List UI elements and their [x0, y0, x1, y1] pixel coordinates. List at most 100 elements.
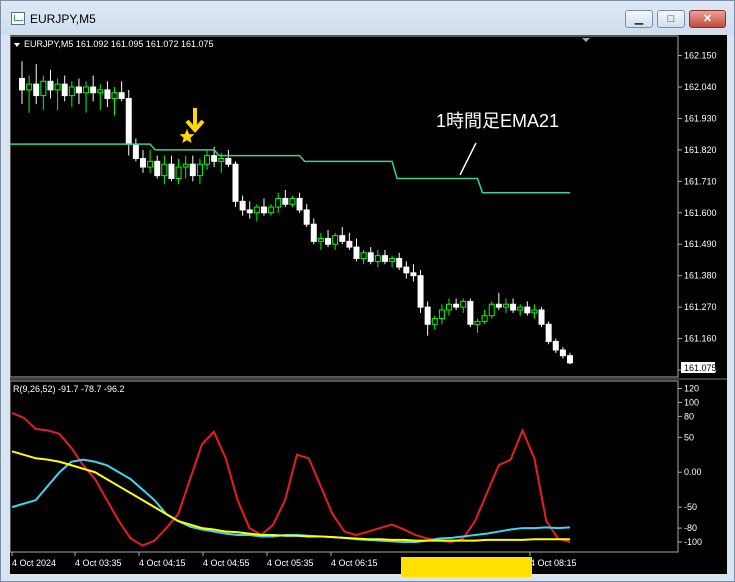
time-tick-label: 4 Oct 04:55 [203, 558, 250, 568]
ema-line [10, 143, 570, 194]
candle [403, 261, 410, 279]
candle [61, 75, 68, 102]
time-tick-label: 4 Oct 04:15 [139, 558, 186, 568]
candle [182, 155, 189, 179]
indicator-tick-label: 50 [684, 432, 694, 442]
candle [139, 149, 146, 173]
candle [531, 304, 538, 319]
candle [381, 249, 388, 265]
candle [253, 204, 260, 222]
candle [161, 155, 168, 185]
candle [360, 249, 367, 265]
candle [289, 195, 296, 208]
candle [90, 75, 97, 102]
price-tick-label: 161.380 [684, 271, 717, 281]
price-info-line: EURJPY,M5 161.092 161.095 161.072 161.07… [24, 39, 213, 49]
candlestick-series [19, 61, 573, 365]
candle [481, 309, 488, 325]
candle [175, 158, 182, 185]
indicator-line-red [11, 411, 571, 547]
candle [296, 192, 303, 213]
candle [346, 232, 353, 250]
price-tick-label: 161.160 [684, 334, 717, 344]
signal-star-icon [179, 129, 195, 143]
candle [232, 161, 239, 208]
annotation-pointer [459, 142, 477, 176]
candle [417, 269, 424, 313]
candle [204, 149, 211, 170]
candle [396, 252, 403, 270]
chart-area[interactable]: EURJPY,M5 161.092 161.095 161.072 161.07… [10, 35, 727, 574]
candle [559, 347, 566, 359]
candle [545, 321, 552, 345]
collapse-triangle-icon[interactable] [14, 43, 20, 47]
candle [260, 198, 267, 216]
ema-annotation-text: 1時間足EMA21 [436, 111, 559, 131]
time-tick-label: 4 Oct 05:35 [267, 558, 314, 568]
candle [332, 232, 339, 250]
candle [438, 304, 445, 325]
indicator-tick-label: -100 [684, 537, 702, 547]
candle [339, 227, 346, 245]
candle [33, 64, 40, 105]
chart-window: EURJPY,M5 ▁ □ ✕ EURJPY,M5 161.092 161.09… [0, 0, 735, 582]
candle [111, 87, 118, 116]
candle [453, 298, 460, 310]
candle [353, 238, 360, 262]
title-bar[interactable]: EURJPY,M5 ▁ □ ✕ [1, 1, 734, 35]
highlight-box [401, 557, 532, 577]
close-button[interactable]: ✕ [689, 10, 726, 28]
price-tick-label: 161.600 [684, 208, 717, 218]
candle [567, 352, 573, 365]
indicator-tick-label: 0.00 [684, 467, 702, 477]
maximize-button[interactable]: □ [657, 10, 685, 28]
candle [495, 292, 502, 310]
indicator-tick-label: 80 [684, 411, 694, 421]
candle [317, 232, 324, 250]
candle [538, 307, 545, 328]
price-axis: 162.150 162.040 161.930 161.820 161.710 161.6… [678, 51, 717, 375]
indicator-tick-label: -80 [684, 523, 697, 533]
main-panel-border [10, 35, 679, 378]
price-tick-label: 162.040 [684, 82, 717, 92]
candle [125, 89, 132, 156]
candle [26, 75, 33, 113]
chart-shift-marker-icon[interactable] [582, 38, 590, 42]
candle [282, 189, 289, 208]
time-tick-label: 4 Oct 08:15 [530, 558, 577, 568]
candle [54, 78, 61, 110]
candle [325, 229, 332, 248]
candle [460, 298, 467, 313]
time-tick-label: 4 Oct 06:15 [331, 558, 378, 568]
candle [40, 75, 47, 110]
candle [431, 315, 438, 330]
price-tick-label: 161.710 [684, 176, 717, 186]
candle [104, 81, 111, 108]
indicator-axis: 120 100 80 50 0.00 -50 -80 -100 [678, 383, 702, 547]
time-tick-label: 4 Oct 2024 [12, 558, 56, 568]
candle [75, 78, 82, 105]
price-tick-label: 161.930 [684, 113, 717, 123]
indicator-tick-label: 100 [684, 397, 699, 407]
candle [97, 84, 104, 110]
candle [517, 304, 524, 316]
price-tick-label: 161.820 [684, 145, 717, 155]
candle [374, 249, 381, 268]
indicator-tick-label: 120 [684, 383, 699, 393]
candle [132, 138, 139, 162]
candle [154, 155, 161, 179]
candle [225, 149, 232, 168]
candle [68, 81, 75, 108]
candle [246, 201, 253, 219]
candle [424, 301, 431, 336]
ema-h1-21-line [10, 143, 570, 194]
time-tick-label: 4 Oct 03:35 [75, 558, 122, 568]
price-tick-label: 161.270 [684, 302, 717, 312]
candle [147, 149, 154, 173]
candle [367, 247, 374, 265]
candle [47, 69, 54, 99]
candle [474, 318, 481, 333]
minimize-button[interactable]: ▁ [625, 10, 653, 28]
candle [275, 192, 282, 213]
candle [488, 301, 495, 319]
